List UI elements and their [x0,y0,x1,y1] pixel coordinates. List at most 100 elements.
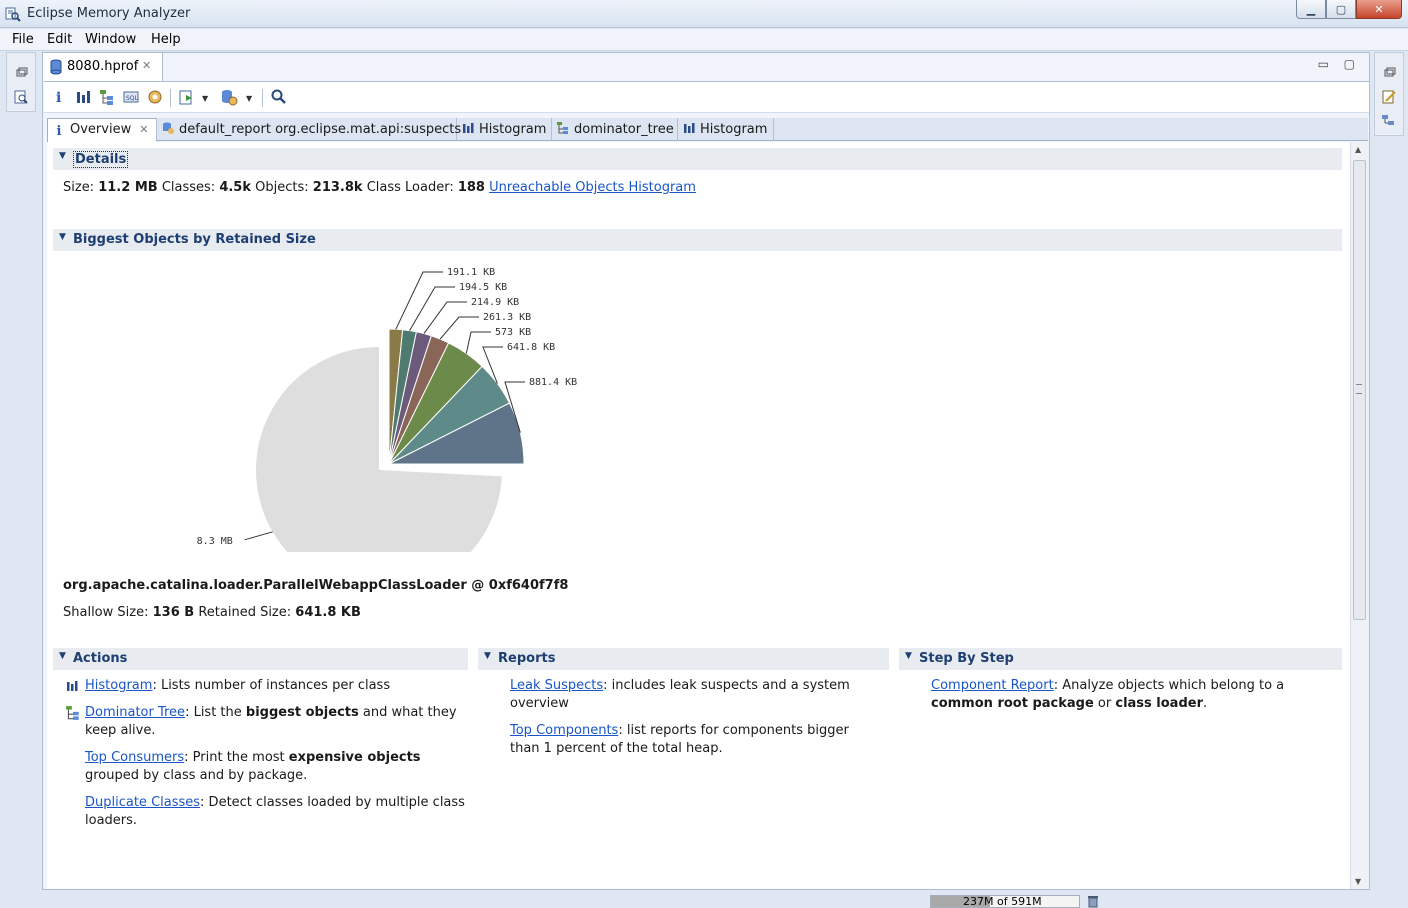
pie-slice-label: 194.5 KB [459,282,507,293]
scroll-up-icon[interactable]: ▲ [1355,145,1361,154]
retained-size-label: Retained Size: [198,605,292,620]
duplicate-desc-1: : Detect classes loaded by multiple clas… [200,795,465,810]
run-report-icon[interactable] [178,88,196,106]
shallow-size-label: Shallow Size: [63,605,149,620]
selected-object-sizes: Shallow Size: 136 B Retained Size: 641.8… [63,605,361,620]
search-icon[interactable] [270,88,288,106]
menu-window[interactable]: Window [85,32,136,47]
consumers-desc-bold: expensive objects [288,750,421,765]
dominator-tree-icon[interactable] [98,88,116,106]
tab-histogram-label: Histogram [479,122,547,137]
dominator-desc-bold: biggest objects [245,705,359,720]
details-section-header[interactable]: ▼ Details [53,148,1342,170]
content-vertical-scrollbar[interactable]: ▲ ▼ [1350,142,1368,889]
collapse-icon: ▼ [905,651,912,661]
tab-default-report[interactable]: default_report org.eclipse.mat.api:suspe… [157,118,461,141]
step-by-step-section-header[interactable]: ▼ Step By Step [899,648,1342,670]
component-desc-bold-2: class loader [1115,696,1203,711]
classloader-label: Class Loader: [366,180,454,195]
toolbar-separator [170,89,171,107]
garbage-collect-icon[interactable] [1086,895,1100,908]
components-desc-2: than 1 percent of the total heap. [510,741,723,756]
heap-status[interactable]: 237M of 591M [930,895,1080,908]
run-report-dropdown-icon[interactable]: ▼ [202,94,208,103]
thread-overview-icon[interactable] [146,88,164,106]
component-report-step: Component Report: Analyze objects which … [931,677,1331,713]
tab-overview[interactable]: i Overview ✕ [47,118,157,142]
top-consumers-link[interactable]: Top Consumers [85,750,184,765]
notes-view-icon[interactable] [1381,89,1397,105]
component-desc-or: or [1093,696,1116,711]
svg-text:SQL: SQL [126,95,139,102]
classloader-value: 188 [457,180,485,195]
close-window-button[interactable]: ✕ [1356,0,1402,19]
menu-file[interactable]: File [12,32,34,47]
pie-leader-line [409,286,455,331]
consumers-desc-1: : Print the most [184,750,289,765]
histogram-action-desc: : Lists number of instances per class [152,678,391,693]
biggest-objects-title: Biggest Objects by Retained Size [73,232,316,247]
component-report-link[interactable]: Component Report [931,678,1054,693]
top-components-link[interactable]: Top Components [510,723,618,738]
component-desc-bold-1: common root package [931,696,1094,711]
heap-dump-editor: 8080.hprof ✕ ▭ ▢ i SQL ▼ ▼ i Overview ✕ de… [42,52,1370,890]
restore-view-icon[interactable] [1381,65,1397,81]
dominator-desc-3: keep alive. [85,723,156,738]
unreachable-objects-link[interactable]: Unreachable Objects Histogram [489,180,696,195]
pie-leader-line [423,301,467,334]
leak-desc-1: : includes leak suspects and a system [603,678,850,693]
dominator-tree-icon [557,122,568,134]
restore-view-icon[interactable] [13,65,29,81]
dominator-desc-1: : List the [185,705,246,720]
duplicate-classes-link[interactable]: Duplicate Classes [85,795,200,810]
tab-default-report-label: default_report org.eclipse.mat.api:suspe… [179,122,462,137]
biggest-objects-section-header[interactable]: ▼ Biggest Objects by Retained Size [53,229,1342,251]
query-browser-icon[interactable] [220,88,238,106]
close-tab-icon[interactable]: ✕ [142,59,151,72]
minimize-icon: ▁ [1306,2,1316,16]
size-label: Size: [63,180,95,195]
left-trim-stack [6,52,36,112]
query-browser-dropdown-icon[interactable]: ▼ [246,94,252,103]
collapse-icon: ▼ [59,651,66,661]
histogram-action: Histogram: Lists number of instances per… [85,677,465,695]
menu-edit[interactable]: Edit [47,32,72,47]
close-tab-icon[interactable]: ✕ [139,123,148,136]
leak-suspects-link[interactable]: Leak Suspects [510,678,603,693]
reports-section-header[interactable]: ▼ Reports [478,648,889,670]
tab-dominator-tree[interactable]: dominator_tree [552,118,678,141]
tab-histogram-2[interactable]: Histogram [678,118,774,141]
collapse-icon: ▼ [59,151,66,161]
tab-histogram-2-label: Histogram [700,122,768,137]
status-bar [0,891,1408,908]
duplicate-desc-2: loaders. [85,813,138,828]
scroll-down-icon[interactable]: ▼ [1355,877,1361,886]
editor-tab-8080-hprof[interactable]: 8080.hprof ✕ [43,53,163,81]
maximize-icon: ▢ [1335,2,1347,16]
scrollbar-grip-icon [1356,384,1362,394]
heap-status-text: 237M of 591M [963,895,1042,908]
histogram-action-link[interactable]: Histogram [85,678,152,693]
navigation-history-icon[interactable] [1381,113,1397,129]
close-icon: ✕ [1374,2,1384,16]
minimize-window-button[interactable]: ▁ [1296,0,1326,19]
selected-object-name[interactable]: org.apache.catalina.loader.ParallelWebap… [63,578,568,593]
maximize-window-button[interactable]: ▢ [1326,0,1356,19]
svg-text:i: i [56,90,61,106]
retained-size-pie-chart[interactable]: 191.1 KB 194.5 KB 214.9 KB 261.3 KB 573 KB 64… [107,262,627,552]
actions-section-header[interactable]: ▼ Actions [53,648,468,670]
inspector-view-icon[interactable] [13,89,29,105]
info-icon[interactable]: i [50,88,68,106]
dominator-tree-action-link[interactable]: Dominator Tree [85,705,185,720]
title-bar: Eclipse Memory Analyzer ▁ ▢ ✕ [0,0,1408,28]
pie-leader-line [244,531,273,541]
report-icon [163,122,174,134]
classes-label: Classes: [161,180,216,195]
histogram-icon[interactable] [74,88,92,106]
oql-icon[interactable]: SQL [122,88,140,106]
memory-analyzer-app-icon [5,7,21,22]
tab-histogram[interactable]: Histogram [457,118,552,141]
menu-help[interactable]: Help [151,32,181,47]
minimize-editor-button[interactable]: ▭ [1318,57,1329,71]
maximize-editor-button[interactable]: ▢ [1344,57,1355,71]
